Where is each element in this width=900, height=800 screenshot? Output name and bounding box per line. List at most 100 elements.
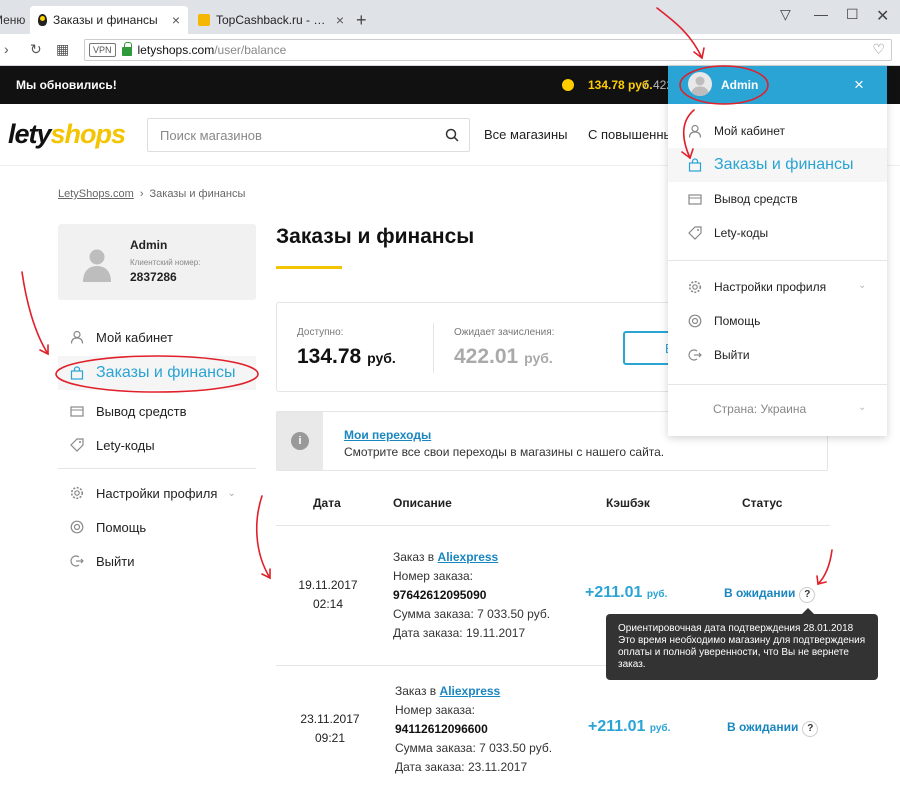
breadcrumb-current: Заказы и финансы bbox=[149, 188, 246, 200]
pending-value: 422.01 bbox=[454, 345, 519, 368]
country-selector[interactable]: Страна: Украина bbox=[713, 402, 806, 416]
tab-topcashback[interactable]: TopCashback.ru - Топ лучш × bbox=[190, 6, 352, 34]
close-tab-icon[interactable]: × bbox=[336, 12, 344, 28]
lifebuoy-icon bbox=[688, 314, 702, 328]
annotation-arrow-head bbox=[39, 344, 49, 356]
topcashback-favicon bbox=[198, 14, 210, 26]
bookmark-heart-icon[interactable]: ♡ bbox=[872, 41, 885, 58]
sidebar-item-label: Настройки профиля bbox=[96, 485, 218, 501]
dropdown-item-settings[interactable]: Настройки профиля ⌄ bbox=[668, 272, 887, 302]
sidebar-item-settings[interactable]: Настройки профиля ⌄ bbox=[58, 478, 256, 508]
logo-part-shops: shops bbox=[50, 119, 127, 149]
maximize-icon[interactable]: ☐ bbox=[846, 6, 859, 23]
dropdown-item-label: Вывод средств bbox=[714, 192, 798, 206]
annotation-arrow bbox=[255, 495, 271, 579]
column-header-date: Дата bbox=[313, 496, 341, 510]
dropdown-item-help[interactable]: Помощь bbox=[668, 306, 887, 336]
column-header-cashback: Кэшбэк bbox=[606, 496, 650, 510]
available-value: 134.78 bbox=[297, 345, 362, 368]
speed-dial-icon[interactable]: ▦ bbox=[56, 41, 69, 58]
lock-icon[interactable] bbox=[121, 42, 132, 56]
order-number: 94112612096600 bbox=[395, 722, 488, 736]
wallet-icon bbox=[70, 406, 84, 417]
chevron-down-icon: ⌄ bbox=[227, 487, 236, 499]
letyshops-favicon bbox=[38, 14, 47, 26]
title-underline bbox=[276, 266, 342, 269]
letyshops-logo[interactable]: letyshops bbox=[8, 119, 127, 150]
order-in-label: Заказ в bbox=[393, 550, 435, 564]
order-description: Заказ в Aliexpress Номер заказа: 9764261… bbox=[393, 548, 550, 643]
sidebar-item-logout[interactable]: Выйти bbox=[58, 546, 256, 576]
address-bar: › ↻ ▦ VPN letyshops.com/user/balance ♡ bbox=[0, 34, 900, 66]
search-input[interactable] bbox=[148, 119, 428, 151]
strip-balance[interactable]: 134.78 руб. bbox=[588, 78, 653, 92]
order-description: Заказ в Aliexpress Номер заказа: 9411261… bbox=[395, 682, 552, 777]
breadcrumb: LetyShops.com › Заказы и финансы bbox=[58, 188, 245, 200]
store-link[interactable]: Aliexpress bbox=[440, 684, 501, 698]
column-header-description: Описание bbox=[393, 496, 452, 510]
tab-menu-label: Меню bbox=[0, 13, 26, 27]
new-tab-icon[interactable]: + bbox=[356, 10, 367, 31]
dropdown-item-withdraw[interactable]: Вывод средств bbox=[668, 184, 887, 214]
sidebar-item-withdraw[interactable]: Вывод средств bbox=[58, 396, 256, 426]
order-number-label: Номер заказа: bbox=[393, 569, 474, 583]
my-visits-link[interactable]: Мои переходы bbox=[344, 428, 431, 442]
order-datetime: 23.11.2017 09:21 bbox=[300, 710, 360, 748]
url-field[interactable]: VPN letyshops.com/user/balance ♡ bbox=[84, 39, 892, 61]
available-label: Доступно: bbox=[297, 327, 344, 338]
tab-orders-label: Заказы и финансы bbox=[53, 13, 158, 27]
sidebar-item-orders[interactable]: Заказы и финансы bbox=[58, 356, 256, 390]
annotation-arrow-head bbox=[261, 568, 271, 580]
status-help-icon[interactable]: ? bbox=[802, 721, 819, 737]
forward-icon[interactable]: › bbox=[4, 41, 9, 57]
dropdown-item-codes[interactable]: Lety-коды bbox=[668, 218, 887, 248]
dropdown-user-name[interactable]: Admin bbox=[721, 78, 758, 92]
info-icon-box: i bbox=[277, 412, 323, 470]
url-path: /user/balance bbox=[214, 43, 287, 57]
breadcrumb-home[interactable]: LetyShops.com bbox=[58, 188, 134, 200]
pending-label: Ожидает зачисления: bbox=[454, 327, 555, 338]
dropdown-item-orders[interactable]: Заказы и финансы bbox=[668, 148, 887, 182]
window-close-icon[interactable]: ✕ bbox=[876, 6, 889, 26]
column-header-status: Статус bbox=[742, 496, 783, 510]
sidebar-item-codes[interactable]: Lety-коды bbox=[58, 430, 256, 460]
sidebar-item-label: Мой кабинет bbox=[96, 329, 173, 345]
dropdown-item-logout[interactable]: Выйти bbox=[668, 340, 887, 370]
nav-all-stores[interactable]: Все магазины bbox=[484, 127, 567, 142]
sidebar-item-label: Lety-коды bbox=[96, 437, 155, 453]
reload-icon[interactable]: ↻ bbox=[30, 41, 42, 58]
dropdown-avatar[interactable] bbox=[688, 72, 712, 96]
gear-icon bbox=[70, 486, 84, 500]
strip-separator: / bbox=[644, 78, 648, 92]
avatar-icon bbox=[691, 76, 709, 96]
avatar-icon bbox=[83, 249, 111, 282]
sidebar-item-label: Заказы и финансы bbox=[96, 364, 236, 381]
user-icon bbox=[688, 124, 702, 138]
tab-menu[interactable]: Меню bbox=[0, 6, 28, 34]
available-currency: руб. bbox=[367, 350, 396, 366]
order-date: 19.11.2017 bbox=[298, 578, 358, 592]
annotation-arrow bbox=[21, 271, 49, 355]
close-tab-icon[interactable]: × bbox=[172, 12, 180, 28]
balance-divider bbox=[433, 323, 434, 373]
status-help-icon[interactable]: ? bbox=[799, 587, 816, 603]
order-placed-date: Дата заказа: 19.11.2017 bbox=[393, 626, 526, 640]
tab-menu-icon[interactable]: ▽ bbox=[780, 6, 791, 23]
cashback-value: +211.01 bbox=[585, 584, 643, 601]
client-number-label: Клиентский номер: bbox=[130, 258, 201, 267]
sidebar-item-help[interactable]: Помощь bbox=[58, 512, 256, 542]
updated-notice[interactable]: Мы обновились! bbox=[16, 78, 117, 92]
coin-icon bbox=[562, 79, 574, 91]
nav-increased-cashback[interactable]: С повышенны bbox=[588, 127, 673, 142]
sidebar-item-cabinet[interactable]: Мой кабинет bbox=[58, 322, 256, 352]
user-dropdown-menu: Admin × Мой кабинет Заказы и финансы Выв… bbox=[668, 66, 887, 436]
search-icon[interactable] bbox=[445, 128, 459, 142]
tab-orders[interactable]: Заказы и финансы × bbox=[30, 6, 188, 34]
vpn-badge[interactable]: VPN bbox=[89, 43, 116, 57]
minimize-icon[interactable]: — bbox=[814, 6, 828, 22]
logout-icon bbox=[688, 349, 702, 361]
cashback-amount: +211.01 руб. bbox=[585, 584, 667, 602]
close-icon[interactable]: × bbox=[854, 75, 864, 95]
store-link[interactable]: Aliexpress bbox=[438, 550, 499, 564]
dropdown-item-cabinet[interactable]: Мой кабинет bbox=[668, 116, 887, 146]
